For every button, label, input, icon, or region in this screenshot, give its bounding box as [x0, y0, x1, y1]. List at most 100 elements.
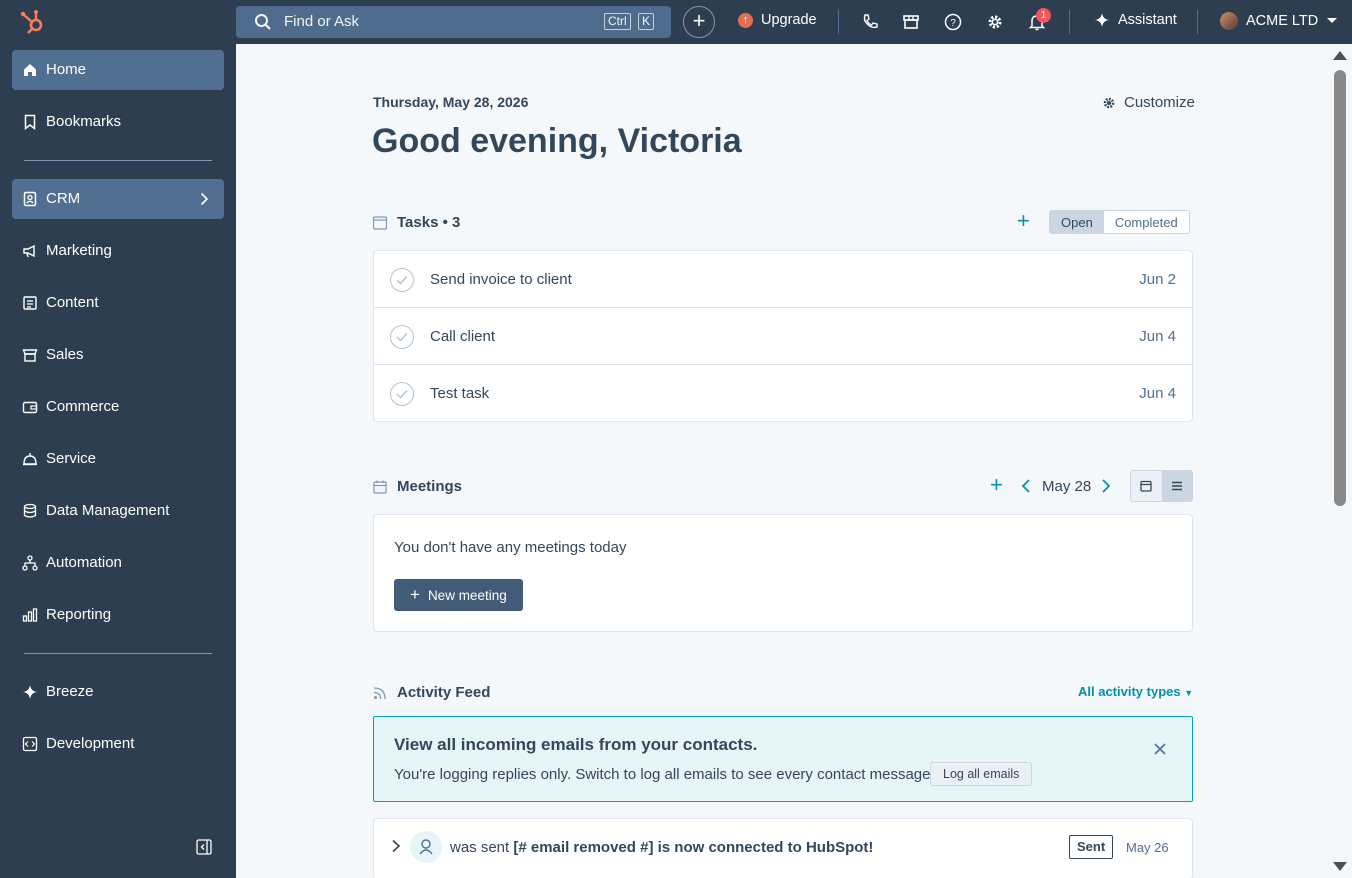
- activity-types-label: All activity types: [1078, 684, 1181, 699]
- activity-feed-subject[interactable]: [# email removed #] is now connected to …: [513, 839, 873, 856]
- new-meeting-button[interactable]: + New meeting: [394, 579, 523, 611]
- sidebar-item-development[interactable]: Development: [12, 724, 224, 764]
- activity-feed-item[interactable]: was sent [# email removed #] is now conn…: [373, 818, 1193, 878]
- upgrade-arrow-icon: ↑: [738, 12, 753, 28]
- scrollbar-thumb[interactable]: [1334, 70, 1346, 506]
- meetings-view-toggle: [1130, 470, 1193, 502]
- calendar-view-button[interactable]: [1131, 471, 1162, 501]
- assistant-label: Assistant: [1118, 12, 1177, 28]
- meetings-title: Meetings: [397, 478, 463, 495]
- divider: [1069, 10, 1070, 34]
- add-task-button[interactable]: +: [1017, 210, 1030, 232]
- scroll-down-arrow-icon[interactable]: [1333, 862, 1347, 871]
- avatar: [1220, 12, 1238, 30]
- account-menu[interactable]: ACME LTD: [1220, 12, 1338, 30]
- task-due-date: Jun 2: [1139, 271, 1176, 288]
- activity-types-dropdown[interactable]: All activity types ▼: [1078, 684, 1193, 699]
- sidebar: Home Bookmarks CRM Marketing Content Sal…: [0, 44, 236, 878]
- settings-gear-icon[interactable]: [985, 12, 1005, 32]
- database-icon: [23, 503, 37, 518]
- status-badge: Sent: [1069, 835, 1114, 859]
- list-view-button[interactable]: [1161, 471, 1192, 501]
- sidebar-item-bookmarks[interactable]: Bookmarks: [12, 102, 224, 142]
- sidebar-item-label: Sales: [46, 346, 84, 363]
- sidebar-item-marketing[interactable]: Marketing: [12, 231, 224, 271]
- checkmark-icon: [396, 276, 408, 285]
- hubspot-logo-icon[interactable]: [18, 8, 46, 36]
- task-title[interactable]: Call client: [430, 328, 495, 345]
- create-new-button[interactable]: +: [683, 6, 715, 38]
- activity-feed-text: was sent [# email removed #] is now conn…: [450, 839, 873, 856]
- current-date: Thursday, May 28, 2026: [373, 94, 529, 110]
- sidebar-item-label: Automation: [46, 554, 122, 571]
- banner-text: You're logging replies only. Switch to l…: [394, 766, 935, 783]
- chevron-right-icon: [200, 192, 209, 206]
- sidebar-item-automation[interactable]: Automation: [12, 543, 224, 583]
- task-row[interactable]: Test task Jun 4: [374, 365, 1192, 422]
- svg-text:?: ?: [950, 18, 956, 29]
- task-title[interactable]: Send invoice to client: [430, 271, 572, 288]
- collapse-sidebar-icon[interactable]: [196, 839, 212, 855]
- help-icon[interactable]: ?: [943, 12, 963, 32]
- previous-day-chevron-icon[interactable]: [1020, 478, 1032, 494]
- close-icon[interactable]: [1152, 741, 1168, 757]
- calendar-icon: [373, 480, 387, 494]
- list-icon: [1171, 481, 1182, 491]
- sidebar-item-label: Service: [46, 450, 97, 467]
- caret-down-icon: [1327, 18, 1338, 23]
- checkmark-icon: [396, 390, 408, 399]
- global-search-input[interactable]: Find or Ask Ctrl K: [236, 6, 671, 38]
- phone-icon[interactable]: [860, 12, 880, 32]
- sidebar-item-service[interactable]: Service: [12, 439, 224, 479]
- sidebar-item-label: Commerce: [46, 398, 120, 415]
- next-day-chevron-icon[interactable]: [1100, 478, 1112, 494]
- sidebar-divider: [24, 160, 212, 161]
- account-name: ACME LTD: [1246, 13, 1319, 29]
- sidebar-item-sales[interactable]: Sales: [12, 335, 224, 375]
- home-icon: [24, 64, 36, 76]
- complete-task-checkbox[interactable]: [390, 325, 414, 349]
- page-scrollbar[interactable]: [1328, 44, 1352, 878]
- contact-avatar-icon: [410, 831, 442, 863]
- complete-task-checkbox[interactable]: [390, 382, 414, 406]
- sidebar-item-label: Data Management: [46, 502, 170, 519]
- task-due-date: Jun 4: [1139, 328, 1176, 345]
- sidebar-item-commerce[interactable]: Commerce: [12, 387, 224, 427]
- gear-icon: [1103, 97, 1115, 108]
- task-row[interactable]: Send invoice to client Jun 2: [374, 251, 1192, 308]
- shortcut-k-key: K: [638, 13, 655, 30]
- main-content: Thursday, May 28, 2026 Customize Good ev…: [236, 44, 1328, 878]
- upgrade-button[interactable]: ↑ Upgrade: [738, 12, 817, 28]
- sidebar-item-content[interactable]: Content: [12, 283, 224, 323]
- meetings-current-date: May 28: [1042, 478, 1092, 495]
- assistant-button[interactable]: Assistant: [1094, 12, 1177, 28]
- tasks-title: Tasks • 3: [397, 214, 461, 231]
- divider: [1197, 10, 1198, 34]
- task-row[interactable]: Call client Jun 4: [374, 308, 1192, 365]
- scroll-up-arrow-icon[interactable]: [1333, 51, 1347, 60]
- rss-feed-icon: [373, 686, 386, 699]
- tab-completed[interactable]: Completed: [1103, 211, 1189, 233]
- sidebar-item-label: Content: [46, 294, 99, 311]
- expand-chevron-icon[interactable]: [390, 839, 402, 853]
- marketplace-icon[interactable]: [901, 12, 921, 32]
- sidebar-item-home[interactable]: Home: [12, 50, 224, 90]
- sparkle-icon: [23, 685, 37, 699]
- tasks-card: Send invoice to client Jun 2 Call client…: [373, 250, 1193, 422]
- customize-button[interactable]: Customize: [1102, 94, 1195, 111]
- sidebar-item-reporting[interactable]: Reporting: [12, 595, 224, 635]
- content-icon: [23, 296, 37, 310]
- add-meeting-button[interactable]: +: [990, 474, 1003, 496]
- task-due-date: Jun 4: [1139, 385, 1176, 402]
- sidebar-item-breeze[interactable]: Breeze: [12, 672, 224, 712]
- sidebar-item-crm[interactable]: CRM: [12, 179, 224, 219]
- tasks-icon: [373, 215, 387, 230]
- complete-task-checkbox[interactable]: [390, 268, 414, 292]
- log-all-emails-button[interactable]: Log all emails: [930, 762, 1033, 786]
- reporting-icon: [22, 608, 38, 622]
- contacts-icon: [23, 191, 37, 207]
- caret-down-icon: ▼: [1184, 688, 1194, 698]
- tab-open[interactable]: Open: [1050, 211, 1104, 233]
- task-title[interactable]: Test task: [430, 385, 489, 402]
- sidebar-item-data-management[interactable]: Data Management: [12, 491, 224, 531]
